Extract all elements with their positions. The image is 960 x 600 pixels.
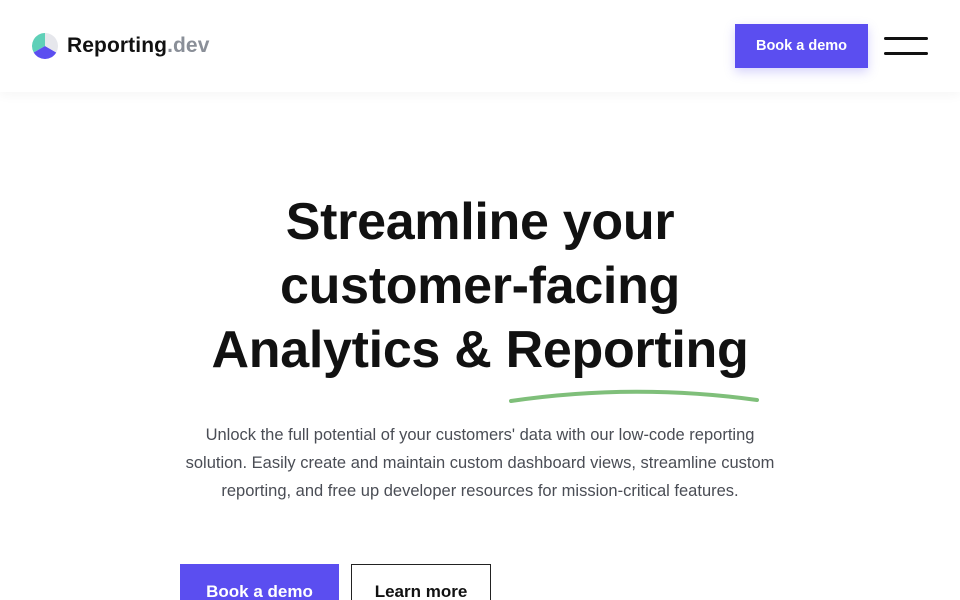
logo-link[interactable]: Reporting.dev [32, 32, 209, 60]
header-book-demo-button[interactable]: Book a demo [735, 24, 868, 68]
hero-title-line-3: Analytics & Reporting [211, 321, 749, 379]
hero-book-demo-button[interactable]: Book a demo [180, 564, 339, 600]
hero-title-line-1: Streamline your [285, 193, 675, 251]
hero-subtitle: Unlock the full potential of your custom… [185, 426, 775, 500]
hero-learn-more-button[interactable]: Learn more [351, 564, 491, 600]
site-header: Reporting.dev Book a demo [0, 0, 960, 92]
logo-tld: .dev [167, 34, 210, 57]
hero-title-line-2: customer-facing [279, 257, 681, 315]
hero-title: Streamline your customer-facing Analytic… [120, 190, 840, 382]
logo-name: Reporting [67, 34, 168, 57]
menu-line-top [884, 37, 928, 40]
menu-line-bottom [884, 52, 928, 55]
title-underline-stroke [509, 389, 759, 403]
logo-wordmark: Reporting.dev [67, 32, 209, 60]
hamburger-menu-icon[interactable] [884, 36, 928, 56]
pie-chart-logo-icon [32, 33, 58, 59]
